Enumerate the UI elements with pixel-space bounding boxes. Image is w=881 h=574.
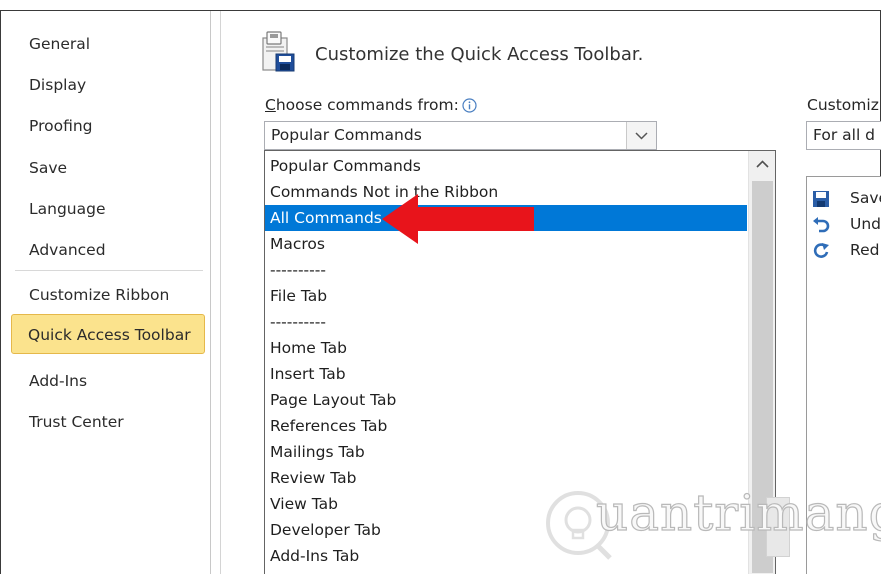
list-item-separator: ----------	[270, 313, 326, 331]
choose-commands-dropdown[interactable]: Popular Commands	[264, 121, 657, 150]
nav-item-add-ins[interactable]: Add-Ins	[29, 370, 87, 392]
content-separator	[220, 11, 221, 574]
nav-item-general[interactable]: General	[29, 33, 90, 55]
nav-item-quick-access-toolbar[interactable]: Quick Access Toolbar	[11, 314, 205, 354]
save-icon	[813, 191, 829, 207]
quick-access-toolbar-icon	[262, 31, 295, 72]
toolbar-item-label: Red	[850, 241, 880, 259]
nav-divider	[15, 270, 203, 271]
nav-item-save[interactable]: Save	[29, 157, 67, 179]
customize-toolbar-dropdown[interactable]: For all d	[806, 121, 881, 150]
list-item-file-tab[interactable]: File Tab	[265, 283, 747, 309]
chevron-down-icon	[635, 132, 648, 140]
nav-item-proofing[interactable]: Proofing	[29, 115, 93, 137]
choose-commands-value: Popular Commands	[271, 126, 422, 144]
red-arrow-annotation	[382, 194, 534, 244]
nav-item-advanced[interactable]: Advanced	[29, 239, 106, 261]
watermark-text: uantrimang	[595, 483, 881, 542]
nav-item-language[interactable]: Language	[29, 198, 106, 220]
dropdown-button[interactable]	[626, 122, 656, 149]
info-icon[interactable]	[462, 98, 477, 113]
list-item-references-tab[interactable]: References Tab	[265, 413, 747, 439]
toolbar-item-label: Und	[850, 215, 881, 233]
list-item-separator: ----------	[270, 261, 326, 279]
nav-item-trust-center[interactable]: Trust Center	[29, 411, 124, 433]
list-item-page-layout-tab[interactable]: Page Layout Tab	[265, 387, 747, 413]
page-title: Customize the Quick Access Toolbar.	[315, 44, 644, 65]
redo-icon	[813, 243, 829, 258]
nav-separator	[210, 11, 211, 574]
customize-toolbar-value: For all d	[813, 126, 876, 144]
choose-commands-label-text: hoose commands from:	[275, 96, 459, 114]
list-item-mailings-tab[interactable]: Mailings Tab	[265, 439, 747, 465]
nav-item-customize-ribbon[interactable]: Customize Ribbon	[29, 284, 169, 306]
list-item-insert-tab[interactable]: Insert Tab	[265, 361, 747, 387]
nav-item-label: Quick Access Toolbar	[28, 326, 191, 344]
undo-icon	[813, 217, 830, 233]
list-item-home-tab[interactable]: Home Tab	[265, 335, 747, 361]
customize-toolbar-label: Customiz	[807, 96, 879, 114]
choose-commands-label: Choose commands from:	[265, 96, 459, 114]
scroll-up-icon[interactable]	[749, 151, 776, 177]
list-item-popular-commands[interactable]: Popular Commands	[265, 153, 747, 179]
toolbar-item-label: Save	[850, 189, 881, 207]
choose-commands-accelerator: C	[265, 96, 276, 114]
options-window: General Display Proofing Save Language A…	[0, 0, 881, 574]
nav-item-display[interactable]: Display	[29, 74, 86, 96]
